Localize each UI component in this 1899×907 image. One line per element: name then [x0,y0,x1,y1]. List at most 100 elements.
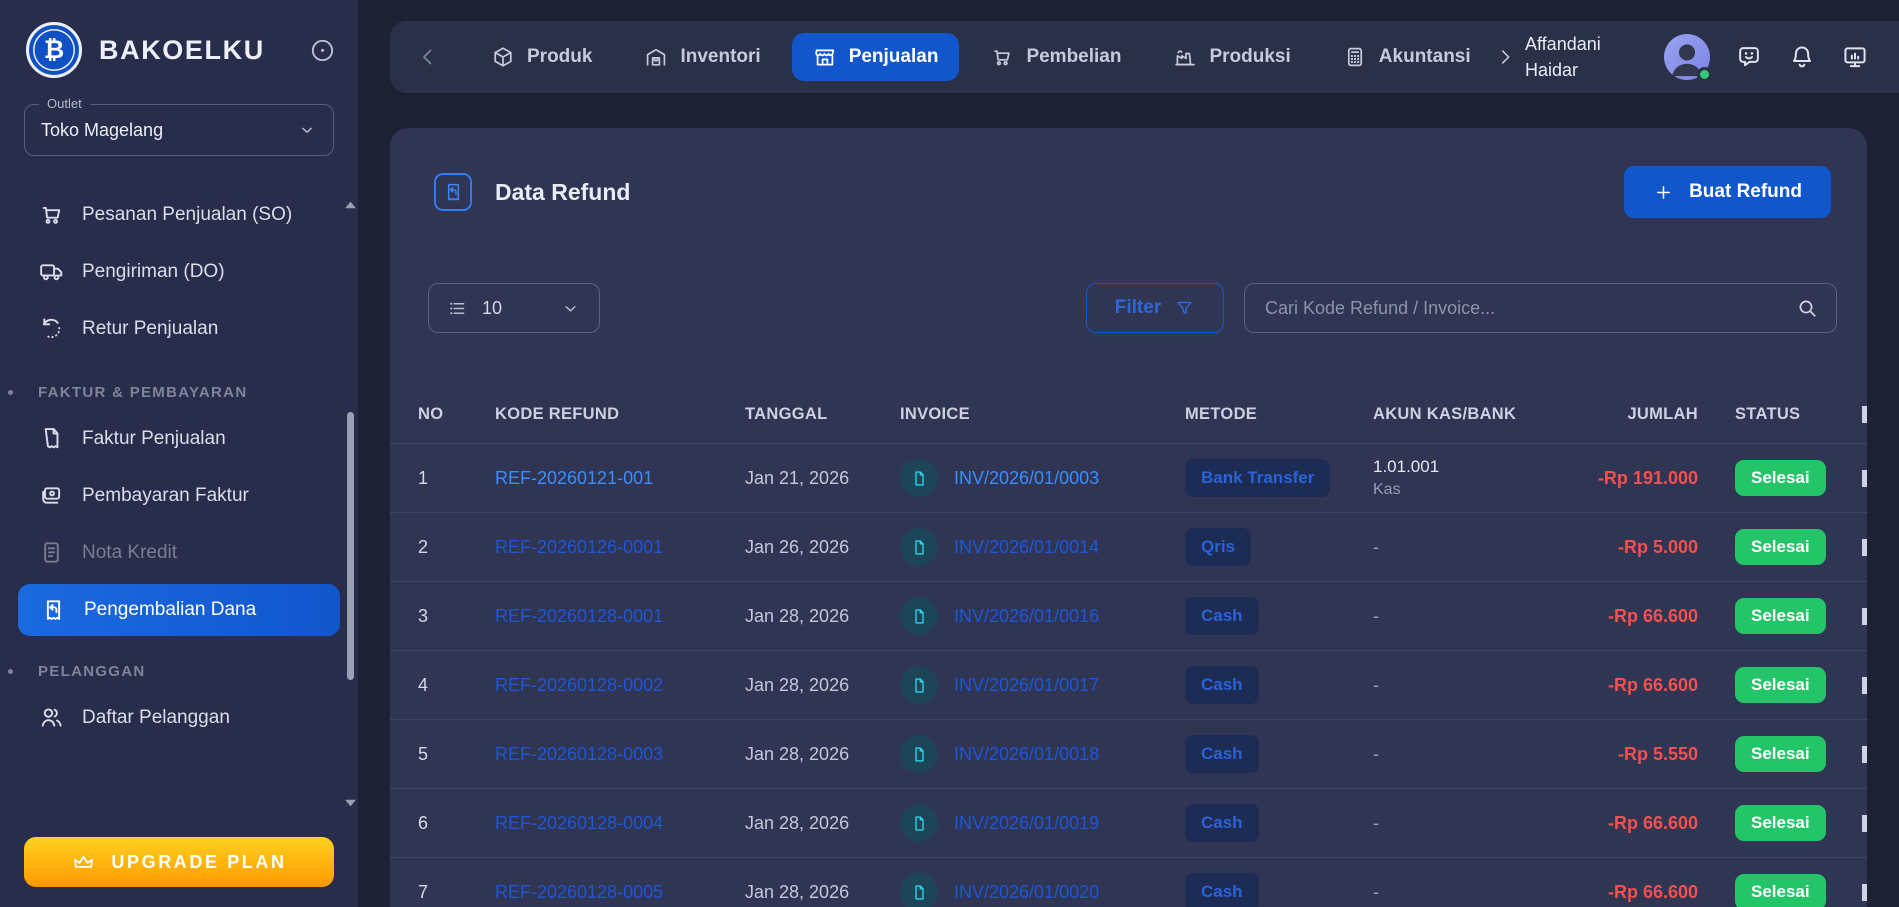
tab-penjualan[interactable]: Penjualan [792,33,960,81]
status-badge: Selesai [1735,805,1826,841]
file-icon [910,538,929,557]
clipped-column-fragment [1862,746,1867,763]
user-menu[interactable] [1664,34,1710,80]
sidebar-item-nota-kredit[interactable]: Nota Kredit [0,524,358,581]
cell-akun: - [1373,744,1553,765]
filter-button[interactable]: Filter [1086,283,1224,333]
akun-empty: - [1373,537,1379,557]
file-icon [910,469,929,488]
scroll-down-icon[interactable] [344,798,357,808]
sidebar-item-daftar-pelanggan[interactable]: Daftar Pelanggan [0,689,358,746]
cell-akun: 1.01.001Kas [1373,457,1553,499]
sidebar-menu: Pesanan Penjualan (SO) Pengiriman (DO) Ret… [0,186,358,746]
truck-icon [38,258,65,285]
table-row: 5 REF-20260128-0003 Jan 28, 2026 INV/202… [390,719,1867,788]
scrollbar-thumb[interactable] [347,412,354,680]
akun-empty: - [1373,606,1379,626]
warehouse-icon [644,45,668,69]
invoice-link[interactable]: INV/2026/01/0017 [954,675,1099,696]
tab-label: Penjualan [849,46,939,68]
circle-dot-icon [309,37,336,64]
refund-code-link[interactable]: REF-20260128-0003 [495,744,663,764]
sidebar-item-label: Nota Kredit [82,542,177,564]
sidebar: ₿ BAKOELKU Outlet Toko Magelang Pesanan … [0,0,358,907]
refund-code-link[interactable]: REF-20260126-0001 [495,537,663,557]
cell-akun: - [1373,813,1553,834]
method-badge: Cash [1185,873,1259,907]
user-name: Affandani Haidar [1525,31,1639,83]
card-header: Data Refund Buat Refund [390,128,1867,218]
sidebar-item-label: Pengiriman (DO) [82,261,225,283]
tab-pembelian[interactable]: Pembelian [969,33,1142,81]
invoice-link[interactable]: INV/2026/01/0018 [954,744,1099,765]
tab-produksi[interactable]: Produksi [1152,33,1311,81]
outlet-label: Outlet [39,96,90,111]
create-refund-label: Buat Refund [1689,181,1802,203]
tab-inventori[interactable]: Inventori [623,33,781,81]
column-header-kode-refund: KODE REFUND [495,405,745,424]
calculator-icon [1343,45,1367,69]
chevron-left-icon [416,45,440,69]
tab-akuntansi[interactable]: Akuntansi [1322,33,1492,81]
invoice-link[interactable]: INV/2026/01/0019 [954,813,1099,834]
status-badge: Selesai [1735,529,1826,565]
cell-date: Jan 28, 2026 [745,813,900,834]
cell-no: 1 [418,468,495,489]
akun-empty: - [1373,744,1379,764]
tab-label: Produk [527,46,592,68]
search-icon [1795,296,1819,320]
upgrade-plan-label: UPGRADE PLAN [111,852,286,873]
tab-produk[interactable]: Produk [470,33,613,81]
refund-code-link[interactable]: REF-20260128-0002 [495,675,663,695]
invoice-file-badge [900,597,938,635]
tab-label: Pembelian [1026,46,1121,68]
refund-code-link[interactable]: REF-20260128-0001 [495,606,663,626]
page-size-select[interactable]: 10 [428,283,600,333]
file-icon [910,883,929,902]
app-root: { "colors": { "accent_blue": "#1256cc", … [0,0,1899,907]
cell-amount: -Rp 5.000 [1553,537,1698,558]
akun-empty: - [1373,882,1379,902]
cell-date: Jan 28, 2026 [745,606,900,627]
clipped-column-fragment [1862,470,1867,487]
cart-icon [38,201,65,228]
sidebar-item-pengembalian-dana[interactable]: Pengembalian Dana [18,584,340,636]
factory-icon [1173,45,1197,69]
upgrade-plan-button[interactable]: UPGRADE PLAN [24,837,334,887]
sidebar-collapse-button[interactable] [309,37,336,64]
clipped-column-fragment [1862,608,1867,625]
sidebar-item-faktur-penjualan[interactable]: Faktur Penjualan [0,410,358,467]
outlet-selector[interactable]: Outlet Toko Magelang [24,104,334,156]
document-icon [38,425,65,452]
page-size-value: 10 [482,298,502,319]
invoice-link[interactable]: INV/2026/01/0020 [954,882,1099,903]
refund-code-link[interactable]: REF-20260128-0004 [495,813,663,833]
sidebar-scrollbar[interactable] [344,200,357,808]
topbar: Produk Inventori Penjualan Pembelian Produks… [390,21,1899,93]
column-header-metode: METODE [1185,405,1373,424]
sidebar-item-pesanan-penjualan-so[interactable]: Pesanan Penjualan (SO) [0,186,358,243]
invoice-file-badge [900,666,938,704]
method-badge: Cash [1185,666,1259,704]
sidebar-item-pembayaran-faktur[interactable]: Pembayaran Faktur [0,467,358,524]
invoice-file-badge [900,804,938,842]
invoice-link[interactable]: INV/2026/01/0014 [954,537,1099,558]
sidebar-item-label: Retur Penjualan [82,318,218,340]
method-badge: Bank Transfer [1185,459,1330,497]
funnel-icon [1174,298,1195,319]
bell-icon [1788,43,1816,71]
refund-code-link[interactable]: REF-20260128-0005 [495,882,663,902]
sidebar-section-faktur-pembayaran: FAKTUR & PEMBAYARAN [0,384,358,401]
search-input[interactable] [1244,283,1837,333]
sidebar-item-retur-penjualan[interactable]: Retur Penjualan [0,300,358,357]
cell-amount: -Rp 191.000 [1553,468,1698,489]
scroll-up-icon[interactable] [344,200,357,210]
invoice-link[interactable]: INV/2026/01/0003 [954,468,1099,489]
refund-code-link[interactable]: REF-20260121-001 [495,468,653,488]
column-header-tanggal: TANGGAL [745,405,900,424]
table-row: 1 REF-20260121-001 Jan 21, 2026 INV/2026… [390,443,1867,512]
invoice-link[interactable]: INV/2026/01/0016 [954,606,1099,627]
create-refund-button[interactable]: Buat Refund [1624,166,1831,218]
sidebar-item-pengiriman-do[interactable]: Pengiriman (DO) [0,243,358,300]
page-title: Data Refund [495,179,630,206]
